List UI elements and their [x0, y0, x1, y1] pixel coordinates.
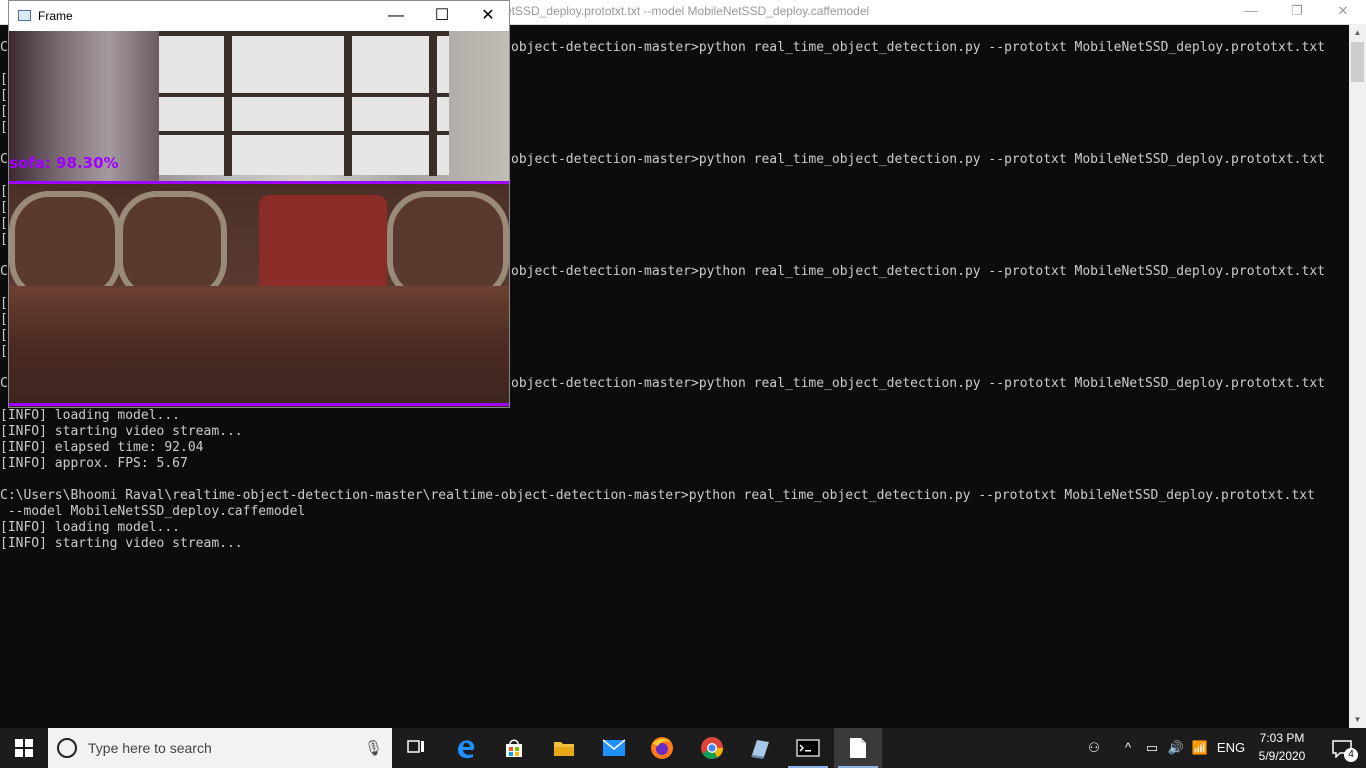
window-frame-bar — [224, 31, 232, 176]
detection-box-bottom-edge — [9, 403, 509, 406]
console-line: [INFO] loading model... — [0, 408, 181, 423]
console-line: [ — [0, 344, 8, 359]
file-explorer-button[interactable] — [540, 728, 588, 768]
window-frame-bar — [429, 31, 437, 176]
app-icon — [751, 740, 769, 759]
console-line: [INFO] loading model... — [0, 520, 181, 535]
battery-icon[interactable]: ▭ — [1142, 728, 1162, 768]
frame-maximize-button[interactable]: ☐ — [419, 1, 465, 31]
console-line: C — [0, 376, 8, 391]
start-button[interactable] — [0, 728, 48, 768]
language-indicator[interactable]: ENG — [1214, 728, 1248, 768]
window-frame-bar — [159, 131, 449, 135]
console-line: C — [0, 264, 8, 279]
mail-button[interactable] — [590, 728, 638, 768]
volume-icon[interactable]: 🔊 — [1165, 728, 1187, 768]
frame-window[interactable]: Frame — ☐ ✕ sofa: 98.30% — [8, 0, 510, 408]
console-line: [ — [0, 200, 8, 215]
console-line: [ — [0, 88, 8, 103]
notification-count-badge: 4 — [1344, 748, 1358, 762]
frame-close-button[interactable]: ✕ — [465, 1, 511, 31]
scrollbar-thumb[interactable] — [1351, 42, 1364, 82]
vertical-scrollbar[interactable]: ▲ ▼ — [1349, 24, 1366, 728]
document-icon — [850, 738, 866, 758]
firefox-button[interactable] — [638, 728, 686, 768]
video-sofa-cushion — [117, 191, 227, 301]
firefox-icon — [651, 737, 673, 759]
clock-time[interactable]: 7:03 PM — [1258, 731, 1306, 745]
video-feed: sofa: 98.30% — [9, 31, 509, 407]
frame-window-icon — [18, 10, 31, 21]
console-line: [ — [0, 232, 8, 247]
window-frame-bar — [159, 93, 449, 97]
console-command-fragment: object-detection-master>python real_time… — [511, 40, 1325, 55]
console-line: [INFO] starting video stream... — [0, 536, 243, 551]
video-sofa-cushion — [9, 191, 121, 301]
chrome-icon — [701, 737, 723, 759]
action-center-button[interactable]: 4 — [1320, 728, 1366, 768]
taskbar: Type here to search 🎙 ⚇ ^ ▭ 🔊 📶 ENG 7:03… — [0, 728, 1366, 768]
cmd-minimize-button[interactable]: — — [1228, 0, 1274, 24]
task-view-icon — [407, 740, 424, 753]
clock-date[interactable]: 5/9/2020 — [1255, 749, 1309, 763]
edge-icon — [458, 740, 475, 759]
frame-taskbar-button[interactable] — [834, 728, 882, 768]
task-view-button[interactable] — [392, 728, 440, 768]
frame-window-title: Frame — [38, 9, 73, 23]
windows-logo-icon — [15, 739, 33, 757]
scroll-down-arrow-icon[interactable]: ▼ — [1349, 711, 1366, 728]
console-command-fragment: object-detection-master>python real_time… — [511, 376, 1325, 391]
show-hidden-icons-chevron-icon[interactable]: ^ — [1118, 728, 1138, 768]
chrome-button[interactable] — [688, 728, 736, 768]
edge-button[interactable] — [442, 728, 490, 768]
people-icon[interactable]: ⚇ — [1080, 728, 1108, 768]
command-prompt-icon — [796, 739, 820, 757]
window-frame-bar — [344, 31, 352, 176]
detection-box-top-edge — [9, 181, 509, 184]
video-sofa-cushion — [387, 191, 509, 301]
app-button[interactable] — [736, 728, 784, 768]
video-window-light — [159, 35, 449, 175]
store-icon — [506, 739, 522, 757]
cortana-icon — [57, 738, 77, 758]
microphone-icon[interactable]: 🎙 — [364, 739, 383, 757]
network-icon[interactable]: 📶 — [1189, 728, 1211, 768]
video-red-pillow — [259, 195, 387, 299]
frame-minimize-button[interactable]: — — [373, 1, 419, 31]
cmd-close-button[interactable]: ✕ — [1320, 0, 1366, 24]
console-command-fragment: object-detection-master>python real_time… — [511, 152, 1325, 167]
console-line: C:\Users\Bhoomi Raval\realtime-object-de… — [0, 488, 1315, 503]
scroll-up-arrow-icon[interactable]: ▲ — [1349, 24, 1366, 41]
console-line: --model MobileNetSSD_deploy.caffemodel — [0, 504, 306, 519]
video-sofa-seat — [9, 286, 509, 407]
console-line: [INFO] starting video stream... — [0, 424, 243, 439]
console-line: [ — [0, 184, 8, 199]
cmd-restore-button[interactable]: ❐ — [1274, 0, 1320, 24]
console-line: [ — [0, 104, 8, 119]
console-line: [ — [0, 296, 8, 311]
console-line: [ — [0, 312, 8, 327]
store-button[interactable] — [490, 728, 538, 768]
console-command-fragment: object-detection-master>python real_time… — [511, 264, 1325, 279]
console-line: [ — [0, 216, 8, 231]
cmd-window-title: etSSD_deploy.prototxt.txt --model Mobile… — [505, 4, 870, 18]
console-line: C — [0, 152, 8, 167]
mail-icon — [602, 739, 626, 756]
console-line: [ — [0, 72, 8, 87]
console-line: [INFO] approx. FPS: 5.67 — [0, 456, 188, 471]
detection-label: sofa: 98.30% — [9, 154, 119, 172]
folder-icon — [554, 742, 574, 756]
search-placeholder: Type here to search — [88, 740, 212, 756]
taskbar-search-box[interactable]: Type here to search 🎙 — [48, 728, 392, 768]
frame-title-bar[interactable]: Frame — ☐ ✕ — [9, 1, 509, 31]
command-prompt-taskbar-button[interactable] — [784, 728, 832, 768]
window-frame-bar — [159, 31, 449, 36]
console-line: [INFO] elapsed time: 92.04 — [0, 440, 204, 455]
console-line: [ — [0, 328, 8, 343]
console-line: C — [0, 40, 8, 55]
console-line: [ — [0, 120, 8, 135]
